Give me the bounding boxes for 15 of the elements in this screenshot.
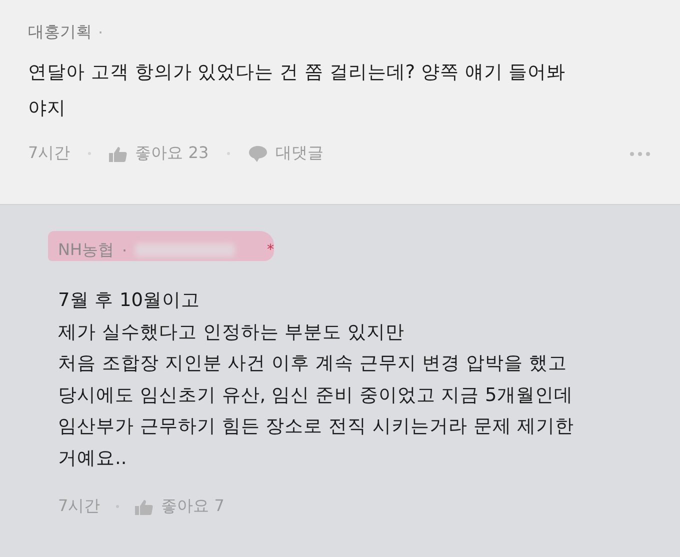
thumbs-up-icon: [109, 146, 128, 162]
like-button[interactable]: 좋아요 23: [135, 143, 209, 164]
like-button[interactable]: 좋아요 7: [161, 496, 224, 517]
separator-dot: ·: [98, 23, 104, 42]
reply-button[interactable]: 대댓글: [276, 143, 324, 164]
author-name[interactable]: 대홍기획: [28, 22, 92, 43]
speech-bubble-icon: [248, 144, 268, 162]
separator-dot: ·: [122, 240, 128, 260]
thumbs-up-icon: [135, 498, 154, 514]
reply-text: 7월 후 10월이고 제가 실수했다고 인정하는 부분도 있지만 처음 조합장 지인분 사건 이후 계속 근무지 변경 압박을 했고 당시에도 임신초기 유산, 임신 준비 중이었고 지금 5개월인데 임산부가 근무하기 힘든 장소로 전직 시키는거라 문제 제기한 거예요..: [58, 289, 576, 470]
author-name[interactable]: NH농협: [58, 240, 114, 260]
asterisk-mark: *: [267, 242, 274, 258]
comment-time: 7시간: [58, 496, 100, 517]
comment-time: 7시간: [28, 143, 70, 164]
comment-text: 연달아 고객 항의가 있었다는 건 쫌 걸리는데? 양쪽 얘기 들어봐 야지: [28, 61, 567, 121]
